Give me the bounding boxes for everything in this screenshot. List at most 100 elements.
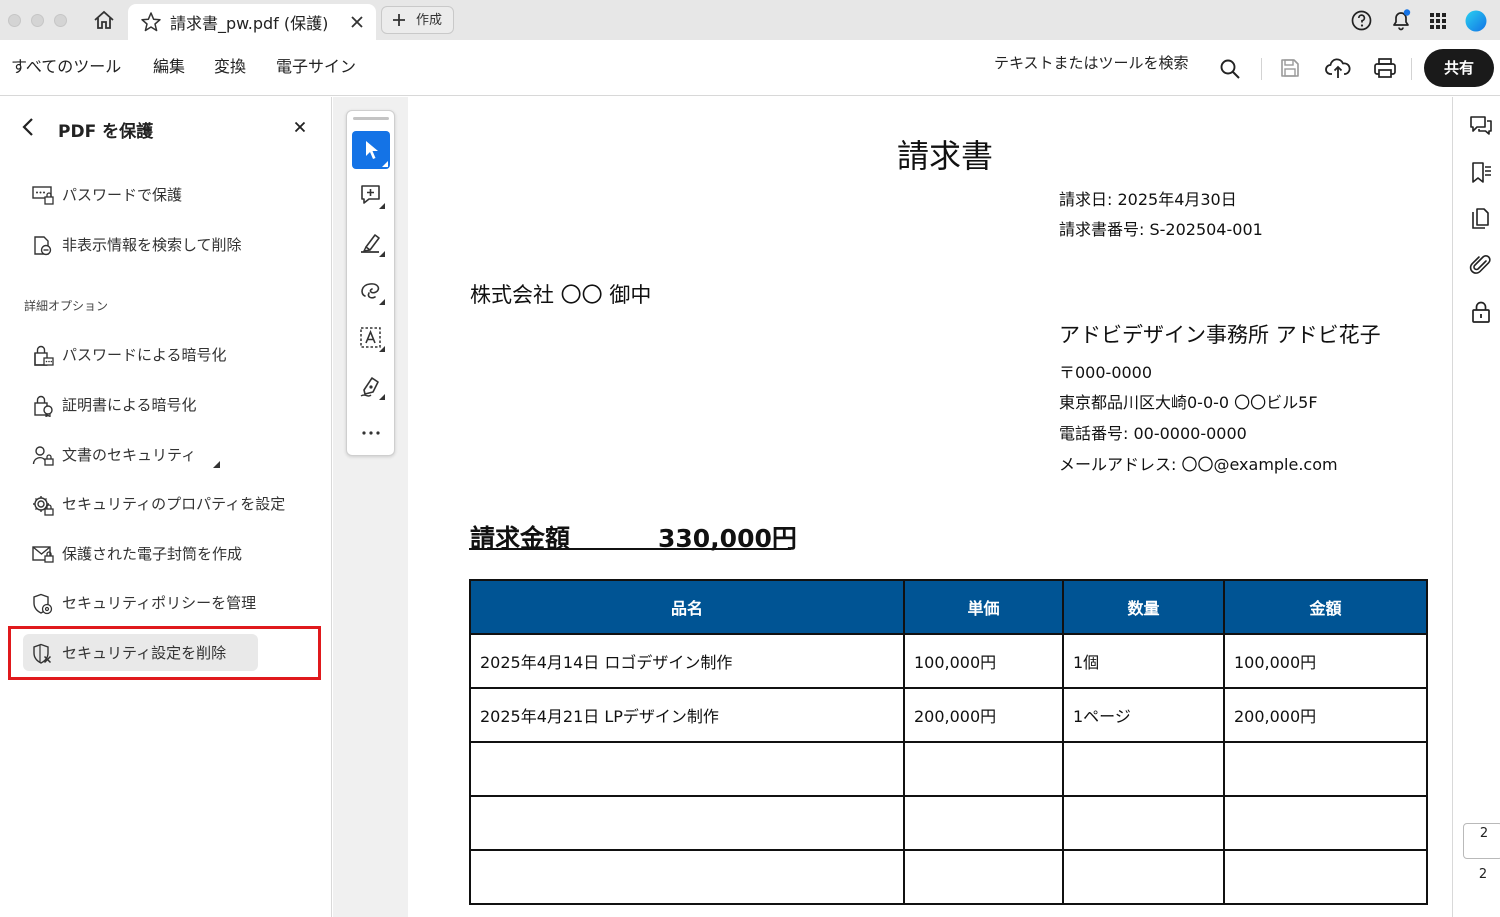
menu-all-tools[interactable]: すべてのツール — [11, 53, 121, 77]
amount-underline — [469, 548, 791, 550]
gear-lock-icon — [32, 494, 54, 516]
table-cell — [1062, 741, 1225, 797]
dropdown-corner-icon — [213, 461, 220, 468]
lock-certificate-icon — [32, 395, 54, 417]
password-field-icon — [32, 185, 54, 205]
password-encrypt-item[interactable]: パスワードによる暗号化 — [24, 337, 314, 373]
secure-envelope-item[interactable]: 保護された電子封筒を作成 — [24, 536, 314, 572]
table-cell — [469, 795, 905, 851]
notification-bell-icon[interactable] — [1389, 8, 1413, 32]
issuer-name: アドビデザイン事務所 アドビ花子 — [1059, 323, 1381, 347]
comments-icon[interactable] — [1469, 114, 1493, 138]
page-thumbnails-icon[interactable] — [1469, 207, 1493, 231]
advanced-options-label: 詳細オプション — [24, 299, 109, 313]
help-icon[interactable] — [1351, 10, 1372, 31]
text-box-tool[interactable] — [359, 326, 385, 352]
table-row — [469, 849, 1428, 905]
table-cell: 200,000円 — [1223, 687, 1428, 743]
security-policy-label: セキュリティポリシーを管理 — [62, 594, 257, 612]
shield-gear-icon — [32, 593, 54, 615]
lock-icon[interactable] — [1469, 300, 1493, 324]
select-tool-button[interactable] — [352, 131, 390, 169]
column-header-unit-price: 単価 — [903, 579, 1064, 635]
search-tools-label[interactable]: テキストまたはツールを検索 — [994, 52, 1189, 73]
menu-divider — [1411, 58, 1412, 80]
star-icon[interactable] — [140, 11, 162, 33]
table-cell: 2025年4月21日 LPデザイン制作 — [469, 687, 905, 743]
close-panel-icon[interactable] — [294, 121, 306, 133]
back-chevron-icon[interactable] — [20, 117, 36, 137]
issuer-phone: 電話番号: 00-0000-0000 — [1059, 424, 1247, 443]
title-bar: 請求書_pw.pdf (保護) 作成 — [0, 0, 1500, 40]
print-icon[interactable] — [1373, 57, 1397, 79]
tab-document[interactable]: 請求書_pw.pdf (保護) — [128, 4, 376, 40]
more-tools-icon[interactable] — [359, 423, 385, 449]
home-icon[interactable] — [93, 10, 115, 30]
issuer-postal: 〒000-0000 — [1059, 363, 1153, 382]
password-protect-item[interactable]: パスワードで保護 — [24, 177, 314, 213]
add-comment-tool[interactable] — [359, 183, 385, 209]
menu-convert[interactable]: 変換 — [214, 53, 246, 77]
menu-bar: すべてのツール 編集 変換 電子サイン テキストまたはツールを検索 共有 — [0, 40, 1500, 96]
menu-e-sign[interactable]: 電子サイン — [276, 53, 356, 77]
attachment-icon[interactable] — [1469, 253, 1493, 277]
table-cell — [1223, 795, 1428, 851]
upload-cloud-icon[interactable] — [1325, 56, 1351, 80]
certificate-encrypt-item[interactable]: 証明書による暗号化 — [24, 387, 314, 423]
save-icon[interactable] — [1280, 58, 1300, 78]
plus-icon — [392, 13, 406, 27]
close-tab-icon[interactable] — [350, 15, 364, 29]
security-properties-label: セキュリティのプロパティを設定 — [62, 495, 286, 513]
security-policy-item[interactable]: セキュリティポリシーを管理 — [24, 585, 314, 621]
pdf-page: 請求書 請求日: 2025年4月30日 請求書番号: S-202504-001 … — [409, 97, 1451, 917]
highlight-annotation — [8, 626, 321, 680]
menu-edit[interactable]: 編集 — [153, 53, 185, 77]
table-cell — [469, 741, 905, 797]
table-cell — [1223, 741, 1428, 797]
envelope-lock-icon — [32, 544, 54, 564]
table-cell: 1個 — [1062, 633, 1225, 689]
table-cell: 100,000円 — [903, 633, 1064, 689]
close-window-button[interactable] — [8, 14, 21, 27]
certificate-encrypt-label: 証明書による暗号化 — [62, 396, 197, 414]
page-number-input[interactable]: 2 — [1463, 823, 1500, 859]
table-header-row: 品名 単価 数量 金額 — [469, 579, 1428, 635]
client-name: 株式会社 〇〇 御中 — [470, 283, 652, 307]
table-cell — [903, 849, 1064, 905]
security-properties-item[interactable]: セキュリティのプロパティを設定 — [24, 486, 314, 522]
redact-hidden-info-label: 非表示情報を検索して削除 — [62, 236, 242, 254]
tab-title: 請求書_pw.pdf (保護) — [170, 14, 329, 33]
table-row: 2025年4月14日 ロゴデザイン制作 100,000円 1個 100,000円 — [469, 633, 1428, 689]
document-security-item[interactable]: 文書のセキュリティ — [24, 437, 314, 473]
column-header-item: 品名 — [469, 579, 905, 635]
search-icon[interactable] — [1219, 58, 1241, 80]
minimize-window-button[interactable] — [31, 14, 44, 27]
table-cell — [1062, 795, 1225, 851]
redact-hidden-info-item[interactable]: 非表示情報を検索して削除 — [24, 227, 314, 263]
table-cell: 2025年4月14日 ロゴデザイン制作 — [469, 633, 905, 689]
apps-grid-icon[interactable] — [1429, 12, 1447, 30]
table-row — [469, 741, 1428, 797]
avatar[interactable] — [1465, 10, 1487, 32]
toolbar-drag-handle[interactable] — [353, 117, 389, 120]
invoice-date: 請求日: 2025年4月30日 — [1059, 190, 1237, 209]
table-cell — [1062, 849, 1225, 905]
highlight-tool[interactable] — [359, 231, 385, 257]
current-page-number: 2 — [1479, 826, 1489, 841]
zoom-window-button[interactable] — [54, 14, 67, 27]
table-cell: 200,000円 — [903, 687, 1064, 743]
table-cell — [1223, 849, 1428, 905]
sign-pen-tool[interactable] — [359, 374, 385, 400]
document-security-label: 文書のセキュリティ — [62, 446, 197, 464]
protect-pdf-panel: PDF を保護 パスワードで保護 非表示情報を検索して削除 詳細オプション パス… — [0, 97, 332, 917]
right-rail: 2 2 — [1452, 97, 1500, 917]
menu-divider — [1261, 58, 1262, 80]
table-row — [469, 795, 1428, 851]
new-tab-button[interactable]: 作成 — [381, 6, 454, 34]
table-cell — [903, 795, 1064, 851]
invoice-number: 請求書番号: S-202504-001 — [1059, 220, 1263, 239]
bookmark-icon[interactable] — [1469, 161, 1493, 185]
share-button[interactable]: 共有 — [1424, 49, 1494, 87]
secure-envelope-label: 保護された電子封筒を作成 — [62, 545, 243, 563]
draw-freeform-tool[interactable] — [359, 279, 385, 305]
